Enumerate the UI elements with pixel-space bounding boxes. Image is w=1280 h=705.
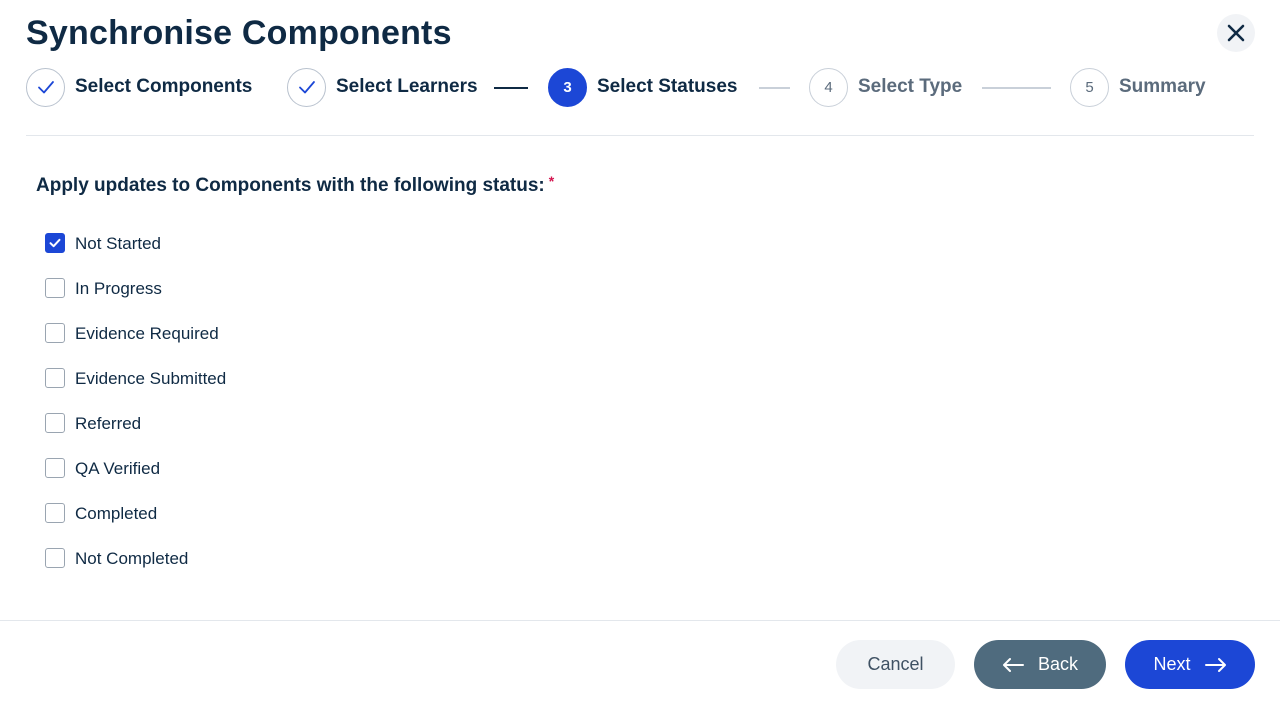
step-select-statuses[interactable]: 3 Select Statuses: [548, 67, 737, 107]
status-option-not-started[interactable]: Not Started: [45, 231, 226, 276]
back-label: Back: [1037, 654, 1079, 674]
check-icon: [298, 81, 315, 94]
option-label: Not Started: [75, 234, 161, 253]
step-connector: [494, 87, 528, 89]
checkbox[interactable]: [45, 277, 65, 298]
next-button[interactable]: Next: [1125, 640, 1255, 689]
checkbox[interactable]: [45, 502, 65, 523]
step-label: Summary: [1119, 76, 1206, 97]
checkbox[interactable]: [45, 322, 65, 343]
step-summary[interactable]: 5 Summary: [1070, 67, 1206, 107]
option-label: Not Completed: [75, 549, 189, 568]
step-select-type[interactable]: 4 Select Type: [809, 67, 962, 107]
option-label: In Progress: [75, 279, 162, 298]
status-option-evidence-required[interactable]: Evidence Required: [45, 321, 226, 366]
option-label: Evidence Submitted: [75, 369, 227, 388]
step-select-components[interactable]: Select Components: [26, 67, 252, 107]
step-1-indicator: [26, 67, 65, 107]
step-2-indicator: [287, 67, 326, 107]
required-marker: *: [548, 173, 555, 189]
checkbox[interactable]: [45, 367, 65, 388]
arrow-left-icon: [1002, 657, 1024, 673]
status-option-completed[interactable]: Completed: [45, 501, 226, 546]
step-connector: [982, 87, 1051, 89]
step-4-indicator: 4: [809, 67, 848, 107]
step-3-indicator: 3: [548, 67, 587, 107]
cancel-label: Cancel: [867, 654, 924, 674]
stepper: Select Components Select Learners 3 Sele…: [26, 67, 1254, 107]
status-option-referred[interactable]: Referred: [45, 411, 226, 456]
option-label: QA Verified: [75, 459, 161, 478]
option-label: Referred: [75, 414, 142, 433]
status-question: Apply updates to Components with the fol…: [36, 173, 555, 197]
step-connector: [759, 87, 790, 89]
dialog-title: Synchronise Components: [26, 14, 452, 52]
close-icon: [1227, 24, 1245, 42]
checkbox[interactable]: [45, 232, 65, 253]
option-label: Completed: [75, 504, 158, 523]
cancel-button[interactable]: Cancel: [836, 640, 955, 689]
step-label: Select Components: [75, 76, 253, 97]
check-icon: [37, 81, 54, 94]
step-select-learners[interactable]: Select Learners: [287, 67, 478, 107]
status-options: Not Started In Progress Evidence Require…: [45, 231, 226, 591]
status-option-in-progress[interactable]: In Progress: [45, 276, 226, 321]
step-label: Select Learners: [336, 76, 478, 97]
next-label: Next: [1153, 654, 1191, 674]
status-option-not-completed[interactable]: Not Completed: [45, 546, 226, 591]
option-label: Evidence Required: [75, 324, 219, 343]
step-label: Select Statuses: [597, 76, 738, 97]
footer-divider: [0, 620, 1280, 621]
header-divider: [26, 135, 1254, 136]
question-text: Apply updates to Components with the fol…: [36, 175, 545, 196]
status-option-evidence-submitted[interactable]: Evidence Submitted: [45, 366, 226, 411]
checkbox[interactable]: [45, 547, 65, 568]
status-option-qa-verified[interactable]: QA Verified: [45, 456, 226, 501]
close-button[interactable]: [1217, 14, 1255, 52]
checkbox[interactable]: [45, 457, 65, 478]
step-5-indicator: 5: [1070, 67, 1109, 107]
check-icon: [49, 238, 61, 247]
arrow-right-icon: [1204, 657, 1227, 673]
back-button[interactable]: Back: [974, 640, 1106, 689]
checkbox[interactable]: [45, 412, 65, 433]
step-label: Select Type: [858, 76, 963, 97]
